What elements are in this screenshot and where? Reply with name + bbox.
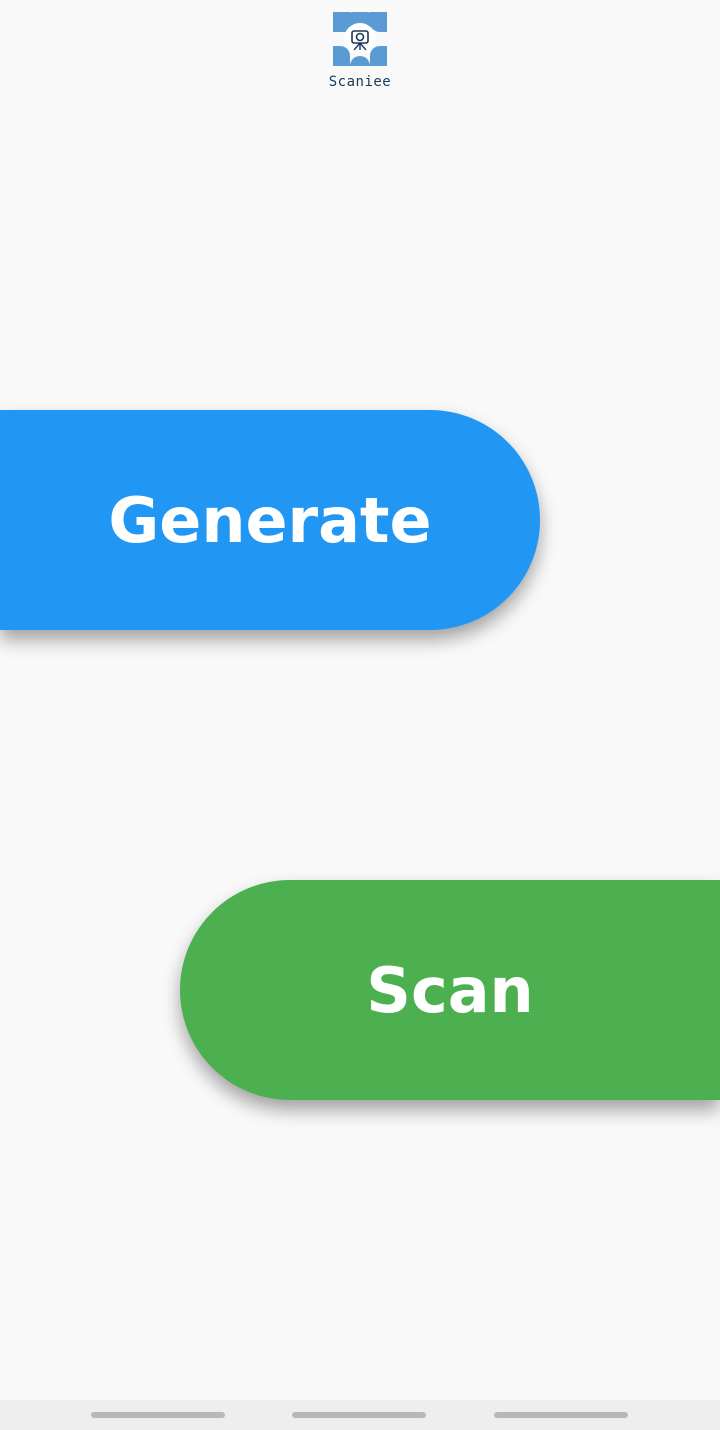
generate-button-label: Generate xyxy=(108,483,432,557)
nav-pill-left[interactable] xyxy=(91,1412,225,1418)
system-navigation-bar xyxy=(0,1400,720,1430)
app-logo: Scaniee xyxy=(0,12,720,90)
app-name: Scaniee xyxy=(328,74,392,90)
camera-tripod-icon xyxy=(333,12,387,66)
nav-pill-right[interactable] xyxy=(494,1412,628,1418)
nav-pill-center[interactable] xyxy=(292,1412,426,1418)
scan-button-label: Scan xyxy=(366,953,534,1027)
generate-button[interactable]: Generate xyxy=(0,410,540,630)
scan-button[interactable]: Scan xyxy=(180,880,720,1100)
